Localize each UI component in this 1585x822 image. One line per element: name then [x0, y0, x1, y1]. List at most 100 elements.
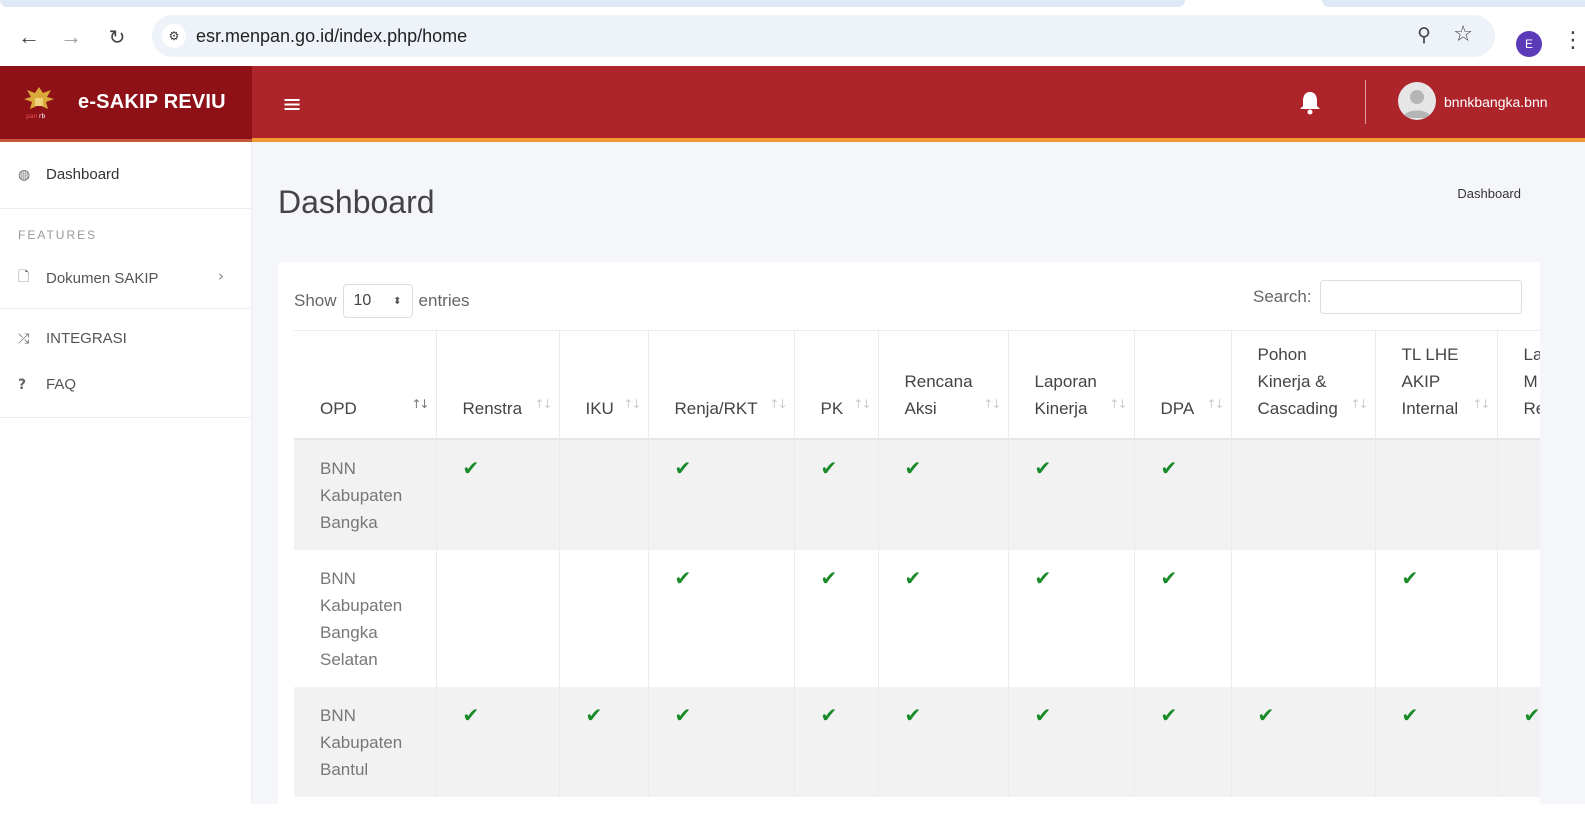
table-row: BNN Kabupaten Bangka ✔ ✔ ✔ ✔ ✔ ✔ [294, 438, 1540, 550]
username[interactable]: bnnkbangka.bnn [1444, 94, 1548, 110]
status-cell: ✔ [648, 686, 795, 797]
status-cell: ✔ [436, 686, 560, 797]
sort-icon[interactable]: ↑↓ [411, 391, 429, 418]
column-header-label: PK [820, 398, 844, 418]
browser-tab[interactable] [1322, 0, 1585, 7]
sidebar-divider [0, 417, 252, 418]
check-icon: ✔ [1523, 702, 1541, 727]
sidebar-item-integrasi[interactable]: ⤮ INTEGRASI [18, 330, 127, 347]
status-cell: ✔ [1008, 438, 1135, 550]
entries-label: entries [418, 291, 470, 310]
sort-icon[interactable]: ↑↓ [534, 391, 552, 418]
breadcrumb[interactable]: Dashboard [1457, 186, 1521, 201]
status-cell: ✔ [1008, 686, 1135, 797]
hamburger-menu-icon[interactable]: ≡ [282, 90, 302, 118]
sort-icon[interactable]: ↑↓ [1109, 391, 1127, 418]
notification-bell-icon[interactable] [1298, 88, 1322, 116]
column-header[interactable]: La M Re↑↓ [1497, 330, 1540, 440]
data-card: Show 10 ⬍ entries Search: OPD ↑↓ Renstra ↑↓… [278, 262, 1540, 822]
entries-select[interactable]: 10 ⬍ [342, 284, 413, 318]
sort-icon[interactable]: ↑↓ [983, 391, 1001, 418]
check-icon: ✔ [674, 565, 692, 590]
sort-icon[interactable]: ↑↓ [1472, 391, 1490, 418]
user-avatar[interactable] [1398, 82, 1436, 120]
browser-tab[interactable] [0, 0, 1185, 7]
status-cell: ✔ [1008, 549, 1135, 687]
column-header[interactable]: DPA ↑↓ [1134, 330, 1232, 440]
status-cell: ✔ [648, 549, 795, 687]
user-silhouette-icon [1403, 90, 1431, 118]
browser-toolbar: ← → ↻ ⚙ esr.menpan.go.id/index.php/home … [0, 8, 1585, 66]
status-cell: ✔ [1375, 686, 1498, 797]
status-cell [1375, 438, 1498, 550]
sidebar-item-dokumen-sakip[interactable]: 🗋 Dokumen SAKIP [18, 266, 159, 290]
bookmark-star-icon[interactable]: ☆ [1453, 22, 1473, 47]
status-cell [1497, 549, 1540, 687]
sidebar-divider [0, 208, 252, 209]
column-header[interactable]: Renja/RKT ↑↓ [648, 330, 795, 440]
sort-icon[interactable]: ↑↓ [623, 391, 641, 418]
sidebar-item-dashboard[interactable]: ◍ Dashboard [18, 166, 119, 183]
zoom-icon[interactable]: ⚲ [1417, 24, 1431, 46]
sort-icon[interactable]: ↑↓ [769, 391, 787, 418]
status-cell: ✔ [878, 686, 1009, 797]
check-icon: ✔ [820, 702, 838, 727]
status-cell: ✔ [1134, 438, 1232, 550]
search-input[interactable] [1319, 280, 1522, 314]
status-cell [559, 438, 649, 550]
check-icon: ✔ [1160, 455, 1178, 480]
sort-icon[interactable]: ↑↓ [1350, 391, 1368, 418]
status-cell: ✔ [794, 549, 879, 687]
column-header[interactable]: TL LHE AKIP Internal ↑↓ [1375, 330, 1498, 440]
browser-tabstrip [0, 0, 1585, 8]
sidebar-item-label: INTEGRASI [46, 330, 127, 347]
sakip-table: OPD ↑↓ Renstra ↑↓ IKU ↑↓ Renja/RKT ↑↓ PK ↑↓ Rencan… [294, 330, 1540, 797]
address-bar[interactable]: ⚙ esr.menpan.go.id/index.php/home ⚲ ☆ [152, 15, 1495, 57]
column-header[interactable]: OPD ↑↓ [294, 330, 437, 440]
column-header[interactable]: Laporan Kinerja ↑↓ [1008, 330, 1135, 440]
sidebar-item-label: Dashboard [46, 166, 120, 183]
reload-icon[interactable]: ↻ [102, 22, 132, 52]
check-icon: ✔ [1401, 565, 1419, 590]
column-header-label: Renja/RKT [674, 398, 758, 418]
chevron-right-icon[interactable]: › [218, 267, 224, 285]
profile-avatar[interactable]: E [1516, 31, 1542, 57]
status-cell [1497, 438, 1540, 550]
check-icon: ✔ [820, 565, 838, 590]
sort-icon[interactable]: ↑↓ [1206, 391, 1224, 418]
column-header[interactable]: IKU ↑↓ [559, 330, 649, 440]
opd-cell: BNN Kabupaten Bangka Selatan [294, 549, 437, 687]
check-icon: ✔ [462, 702, 480, 727]
browser-menu-icon[interactable]: ⋮ [1562, 28, 1584, 53]
sidebar-section-label: FEATURES [18, 228, 98, 242]
site-info-icon[interactable]: ⚙ [162, 24, 186, 48]
status-cell: ✔ [1497, 686, 1541, 797]
column-header[interactable]: Renstra ↑↓ [436, 330, 560, 440]
search-label: Search: [1253, 287, 1312, 306]
check-icon: ✔ [820, 455, 838, 480]
column-header-label: Pohon Kinerja & Cascading [1257, 344, 1338, 418]
back-icon[interactable]: ← [14, 22, 44, 52]
check-icon: ✔ [1034, 702, 1052, 727]
check-icon: ✔ [674, 455, 692, 480]
sidebar-item-faq[interactable]: ? FAQ [18, 376, 76, 393]
column-header[interactable]: PK ↑↓ [794, 330, 879, 440]
column-header-label: IKU [585, 398, 614, 418]
question-icon: ? [18, 376, 27, 393]
sidebar: ◍ Dashboard FEATURES 🗋 Dokumen SAKIP › ⤮… [0, 142, 252, 804]
app-title[interactable]: e-SAKIP REVIU [78, 91, 226, 114]
column-header-label: DPA [1160, 398, 1195, 418]
forward-icon[interactable]: → [56, 22, 86, 52]
sort-icon[interactable]: ↑↓ [853, 391, 871, 418]
status-cell: ✔ [794, 438, 879, 550]
check-icon: ✔ [674, 702, 692, 727]
column-header-label: Renstra [462, 398, 523, 418]
column-header[interactable]: Rencana Aksi ↑↓ [878, 330, 1009, 440]
shuffle-icon: ⤮ [18, 330, 30, 347]
search-control: Search: [1253, 280, 1522, 314]
check-icon: ✔ [904, 455, 922, 480]
column-header[interactable]: Pohon Kinerja & Cascading ↑↓ [1231, 330, 1376, 440]
url-text[interactable]: esr.menpan.go.id/index.php/home [196, 26, 467, 47]
sidebar-divider [0, 308, 252, 309]
check-icon: ✔ [585, 702, 603, 727]
